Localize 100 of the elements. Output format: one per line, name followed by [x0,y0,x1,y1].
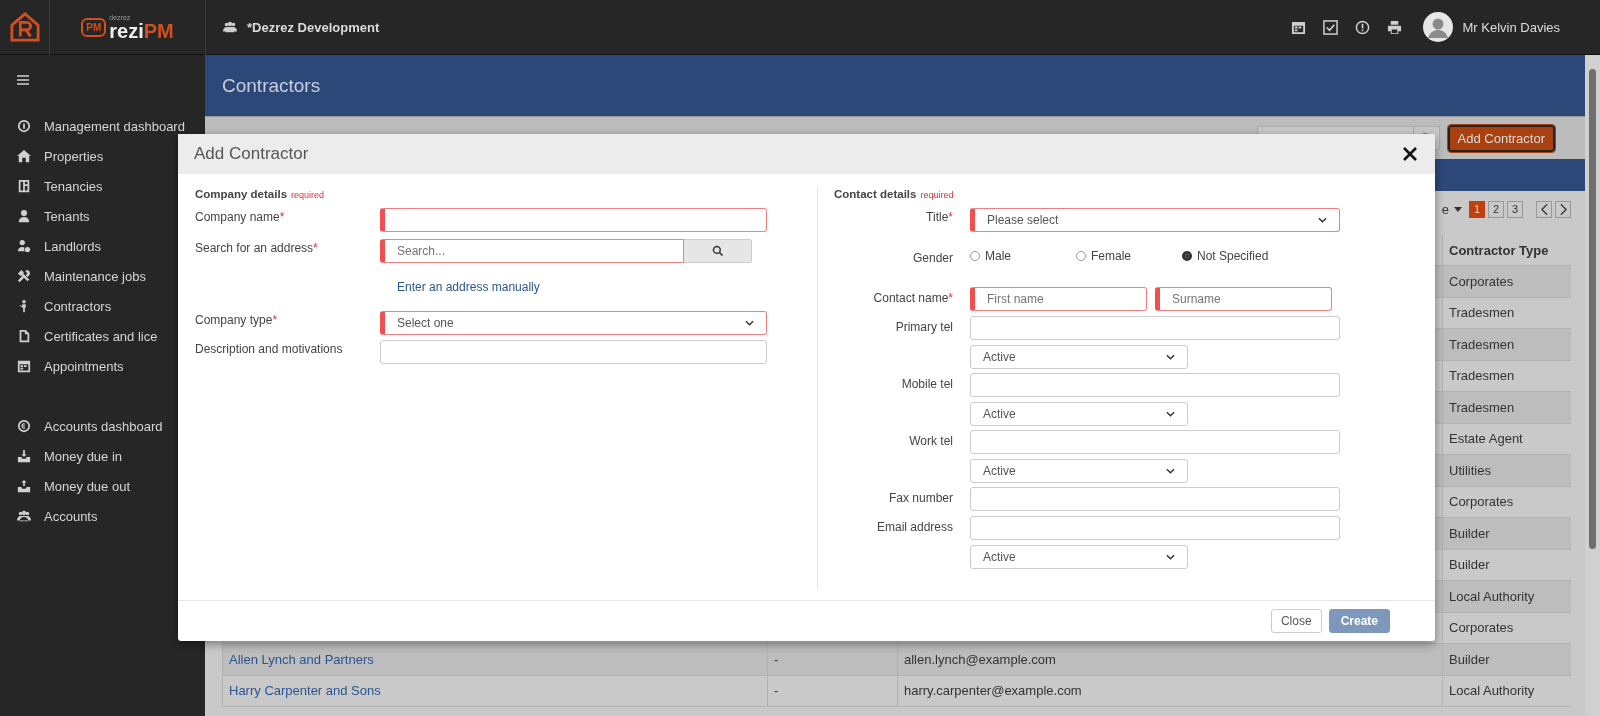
people-icon [222,20,238,34]
close-icon[interactable] [1403,147,1417,161]
radio-option[interactable]: Female [1076,249,1182,263]
chevron-down-icon [1318,217,1327,223]
table-cell: Builder [1442,549,1571,580]
table-cell: Corporates [1442,266,1571,297]
table-cell: Corporates [1442,612,1571,643]
document-icon [17,329,31,343]
select-field[interactable]: Please select [970,208,1340,232]
scrollbar[interactable] [1585,55,1600,716]
text-field[interactable] [380,208,767,232]
printer-icon[interactable] [1387,19,1403,35]
building-icon [17,179,31,193]
table-cell: Utilities [1442,455,1571,486]
alert-icon[interactable] [1355,19,1371,35]
select-field[interactable]: Select one [380,311,767,335]
logo-wordmark[interactable]: reziPM [109,20,174,41]
contractor-link[interactable]: Harry Carpenter and Sons [229,683,381,699]
tools-icon [17,269,31,283]
chevron-down-icon [1166,354,1175,360]
table-cell: Local Authority [1442,675,1571,706]
table-cell: Tradesmen [1442,392,1571,423]
field-label: Company type* [195,312,279,327]
text-field[interactable] [970,430,1340,454]
checkbox-icon[interactable] [1323,19,1339,35]
table-cell: Tradesmen [1442,360,1571,391]
avatar-icon[interactable] [1423,12,1454,42]
chevron-down-icon [1166,468,1175,474]
radio-option[interactable]: Not Specified [1182,249,1288,263]
euro-icon [17,419,31,433]
page-button[interactable]: 3 [1507,200,1523,218]
table-cell: - [774,683,779,699]
sidebar-item[interactable]: Money due in [0,441,205,471]
calendar-icon[interactable] [1291,19,1307,35]
inbox-in-icon [17,449,31,463]
name-field[interactable]: Surname [1155,287,1332,311]
chevron-right-icon [1559,203,1567,215]
section-heading: Contact details [834,188,917,200]
table-cell: Tradesmen [1442,297,1571,328]
status-select[interactable]: Active [970,402,1188,426]
people-icon [17,509,31,523]
manual-address-link[interactable]: Enter an address manually [380,280,767,294]
page-title: Contractors [222,74,321,97]
user-name[interactable]: Mr Kelvin Davies [1462,19,1560,35]
page-size-label[interactable]: e [1441,201,1449,217]
person-icon [17,209,31,223]
text-field[interactable] [970,316,1340,340]
table-cell: Estate Agent [1442,423,1571,454]
text-field[interactable] [380,340,767,364]
sidebar-item[interactable]: Accounts [0,501,205,531]
field-label: Work tel [908,433,953,448]
inbox-out-icon [17,479,31,493]
scrollbar-thumb[interactable] [1589,69,1596,549]
sidebar-item[interactable]: Accounts dashboard [0,411,205,441]
field-label: Mobile tel [900,376,953,391]
column-header[interactable]: Contractor Type [1442,235,1571,265]
table-cell: - [774,651,779,667]
house-icon [17,149,31,163]
menu-icon[interactable] [17,75,29,85]
next-page-button[interactable] [1555,200,1571,218]
dialog-title: Add Contractor [194,144,309,164]
add-contractor-button[interactable]: Add Contractor [1447,124,1555,152]
previous-page-button[interactable] [1536,200,1552,218]
sidebar-item[interactable]: Management dashboard [0,111,205,141]
workspace-name[interactable]: *Dezrez Development [247,19,380,35]
status-select[interactable]: Active [970,345,1188,369]
email-cell: harry.carpenter@example.com [904,683,1082,699]
status-select[interactable]: Active [970,459,1188,483]
table-cell: Tradesmen [1442,329,1571,360]
email-cell: allen.lynch@example.com [904,651,1056,667]
contractor-link[interactable]: Allen Lynch and Partners [229,651,374,667]
address-search-field[interactable]: Search... [380,239,684,263]
field-label: Title* [925,209,953,224]
logo-badge: PM [81,17,107,37]
info-icon [17,119,31,133]
page-button[interactable]: 1 [1469,200,1485,218]
house-logo-icon[interactable] [9,12,40,42]
close-button[interactable]: Close [1270,609,1322,633]
name-field[interactable]: First name [970,287,1147,311]
chevron-down-icon [745,320,754,326]
sidebar-item[interactable]: Money due out [0,471,205,501]
chevron-down-icon [1166,554,1175,560]
field-label: Email address [875,519,953,534]
table-cell: Builder [1442,644,1571,675]
text-field[interactable] [970,487,1340,511]
text-field[interactable] [970,373,1340,397]
text-field[interactable] [970,516,1340,540]
sidebar-item[interactable]: Maintenance jobs [0,261,205,291]
calendar-icon [17,359,31,373]
field-label: Fax number [887,490,953,505]
radio-option[interactable]: Male [970,249,1076,263]
field-label: Contact name* [872,290,953,305]
table-cell: Corporates [1442,486,1571,517]
search-button[interactable] [684,239,752,263]
caret-icon[interactable] [1454,206,1462,212]
field-label: Description and motivations [195,341,344,356]
required-note: required [291,190,325,200]
status-select[interactable]: Active [970,545,1188,569]
page-button[interactable]: 2 [1488,200,1504,218]
field-label: Company name* [195,209,286,224]
